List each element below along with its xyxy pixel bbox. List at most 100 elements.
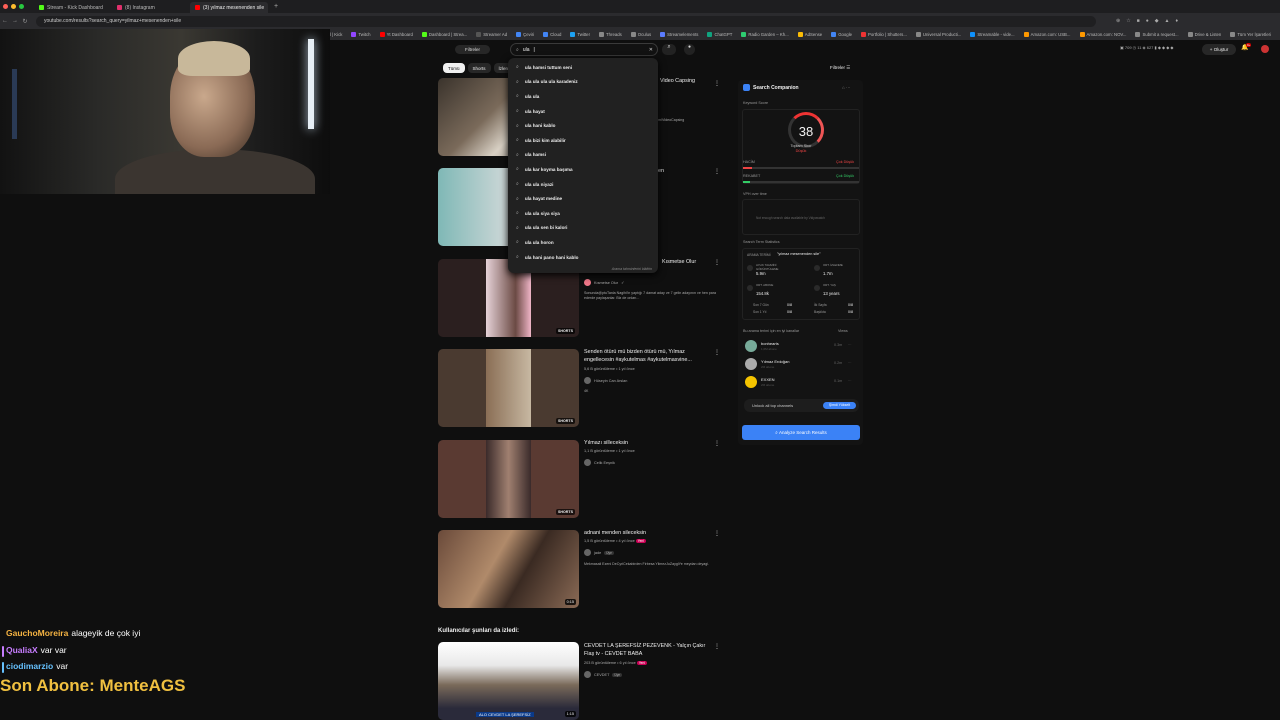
bookmark-item[interactable]: Amazon.com: USB... xyxy=(1023,32,1071,37)
bookmark-item[interactable]: Yt Dashboard xyxy=(379,32,413,37)
search-suggestion-item[interactable]: ⌕ ula ula niyazi xyxy=(508,177,658,192)
channel-link[interactable]: jade Üye xyxy=(584,549,614,556)
video-meta-text: 203 B görüntüleme • 6 yıl önce xyxy=(584,661,636,665)
bookmark-item[interactable]: Twitter xyxy=(570,32,590,37)
bookmark-item[interactable]: Threads xyxy=(599,32,622,37)
bookmark-item[interactable]: Twitch xyxy=(351,32,371,37)
bookmark-item[interactable]: Amazon.com: NOV... xyxy=(1079,32,1126,37)
search-suggestion-item[interactable]: ⌕ ula kar koyma başıma xyxy=(508,162,658,177)
streamer-hair xyxy=(178,41,250,76)
bookmark-favicon-icon xyxy=(1230,32,1236,37)
extension-icons[interactable]: ⊕☆■●◆▲♦ xyxy=(1116,18,1184,24)
bookmark-item[interactable]: Streamelements xyxy=(660,32,698,37)
filters-chip[interactable]: Filtreler xyxy=(455,45,490,54)
create-button[interactable]: + Oluştur xyxy=(1202,44,1236,55)
search-suggestion-item[interactable]: ⌕ ula hani pano hani kablo xyxy=(508,250,658,265)
bookmark-label: Amazon.com: USB... xyxy=(1030,32,1071,37)
browser-tab-instagram[interactable]: (8) Instagram xyxy=(112,2,190,13)
bookmark-item[interactable]: Universal Producti... xyxy=(915,32,961,37)
analyze-search-results-button[interactable]: ⌕ Analyze Search Results xyxy=(742,425,860,440)
channel-name[interactable]: EXXEN xyxy=(761,377,775,382)
reload-icon[interactable]: ↻ xyxy=(20,18,30,25)
bookmark-item[interactable]: Cloud xyxy=(543,32,561,37)
video-title[interactable]: Senden ötürü mü bizden ötürü mü, Yılmaz … xyxy=(584,349,709,364)
search-suggestion-item[interactable]: ⌕ ula hamsi xyxy=(508,148,658,163)
channel-link[interactable]: CEVDET Üye xyxy=(584,671,623,678)
bookmark-item[interactable]: Streamer Ad xyxy=(476,32,507,37)
channel-link[interactable]: Celik Eeşnik xyxy=(584,459,615,466)
browser-tab-youtube[interactable]: (3) yılmaz mesenenden sile xyxy=(190,2,268,13)
bookmark-item[interactable]: Oculus xyxy=(630,32,651,37)
bookmark-item[interactable]: Radio Garden – Kh... xyxy=(741,32,789,37)
companion-menu-icon[interactable]: ⌂ ⋯ xyxy=(842,85,850,91)
video-title[interactable]: Yılmazı silleceksin xyxy=(584,440,709,448)
bookmark-item[interactable]: Tüm Yer İşaretleri xyxy=(1230,32,1271,37)
chat-text: alageyik de çok iyi xyxy=(71,628,141,638)
search-suggestion-item[interactable]: ⌕ ula ula xyxy=(508,89,658,104)
chip-shorts[interactable]: Shorts xyxy=(467,63,491,73)
search-suggestion-item[interactable]: ⌕ ula hayat xyxy=(508,104,658,119)
bookmark-item[interactable]: Çeviri xyxy=(516,32,534,37)
chip-all[interactable]: Tümü xyxy=(443,63,465,73)
back-icon[interactable]: ← xyxy=(0,18,10,24)
new-tab-button[interactable]: + xyxy=(274,3,278,10)
bookmark-favicon-icon xyxy=(1023,32,1029,37)
video-thumbnail[interactable]: 0:15 xyxy=(438,530,579,608)
channel-more-icon[interactable]: ⋯ xyxy=(848,379,852,383)
close-window-icon[interactable] xyxy=(3,4,8,9)
more-options-icon[interactable]: ⋮ xyxy=(714,259,720,266)
voice-search-button[interactable]: ● xyxy=(684,44,695,55)
search-suggestion-item[interactable]: ⌕ ula ula sen bi kalori xyxy=(508,221,658,236)
channel-name[interactable]: bonhearts xyxy=(761,341,779,346)
bookmark-item[interactable]: Submit a request... xyxy=(1135,32,1179,37)
bookmark-item[interactable]: ChatGPT xyxy=(707,32,732,37)
filters-button[interactable]: Filtreler ☰ xyxy=(830,65,850,71)
chat-username: GauchoMoreira xyxy=(6,628,69,638)
browser-tab-kick[interactable]: Stream - Kick Dashboard xyxy=(34,2,112,13)
bookmark-item[interactable]: Drive & Listen xyxy=(1187,32,1221,37)
bookmark-item[interactable]: Google xyxy=(831,32,852,37)
bookmark-item[interactable]: Dashboard | Strea... xyxy=(421,32,467,37)
channel-more-icon[interactable]: ⋯ xyxy=(848,343,852,347)
more-options-icon[interactable]: ⋮ xyxy=(714,530,720,537)
channel-views: 0.2m xyxy=(834,361,843,365)
search-suggestion-item[interactable]: ⌕ ula hamsi tuttum seni xyxy=(508,60,658,75)
more-options-icon[interactable]: ⋮ xyxy=(714,643,720,650)
channel-link[interactable]: Kısmetse Olur ✓ xyxy=(584,279,624,286)
video-thumbnail[interactable]: SHORTS xyxy=(438,440,579,518)
more-options-icon[interactable]: ⋮ xyxy=(714,80,720,87)
video-thumbnail[interactable]: SHORTS xyxy=(438,349,579,427)
search-suggestion-item[interactable]: ⌕ ula hani kablo xyxy=(508,118,658,133)
more-options-icon[interactable]: ⋮ xyxy=(714,168,720,175)
mini-stat-value: 0/8 xyxy=(787,310,792,314)
search-suggestion-item[interactable]: ⌕ ula bizi kim alabilir xyxy=(508,133,658,148)
avatar[interactable] xyxy=(1261,45,1269,53)
channel-name: Celik Eeşnik xyxy=(594,460,615,465)
video-thumbnail[interactable]: ALO CEVDET LA ŞEREFSİZ 1:15 xyxy=(438,642,579,720)
url-field[interactable]: youtube.com/results?search_query=yilmaz+… xyxy=(36,15,1096,27)
channel-name[interactable]: Yılmaz Erdoğan xyxy=(761,359,789,364)
upgrade-button[interactable]: Şimdi Yükselt xyxy=(823,402,856,409)
forward-icon[interactable]: → xyxy=(10,18,20,24)
more-options-icon[interactable]: ⋮ xyxy=(714,349,720,356)
bookmark-item[interactable]: Streamable - vide... xyxy=(970,32,1015,37)
bookmark-item[interactable]: AdSense xyxy=(797,32,822,37)
tab-label: (8) Instagram xyxy=(125,4,155,11)
more-options-icon[interactable]: ⋮ xyxy=(714,440,720,447)
channel-more-icon[interactable]: ⋯ xyxy=(848,361,852,365)
search-suggestion-item[interactable]: ⌕ ula hayat medine xyxy=(508,191,658,206)
report-predictions-link[interactable]: Arama tahminlerini bildirin xyxy=(612,267,652,271)
search-suggestion-item[interactable]: ⌕ ula ula ula ula karadeniz xyxy=(508,75,658,90)
search-button[interactable]: ⌕ xyxy=(662,44,676,55)
search-suggestion-item[interactable]: ⌕ ula ula siya siya xyxy=(508,206,658,221)
search-suggestion-item[interactable]: ⌕ ula ula horon xyxy=(508,235,658,250)
video-title[interactable]: adnani menden sileceksin xyxy=(584,530,709,538)
bookmark-favicon-icon xyxy=(516,32,522,37)
channel-link[interactable]: Hüseyin Can Arslan xyxy=(584,377,627,384)
minimize-window-icon[interactable] xyxy=(11,4,16,9)
video-title[interactable]: CEVDET LA ŞEREFSİZ PEZEVENK - Yalçın Çak… xyxy=(584,643,709,658)
bookmark-item[interactable]: Portfolio | Shutters... xyxy=(861,32,907,37)
search-input[interactable]: ⌕ ula | ✕ xyxy=(510,43,658,56)
clear-search-icon[interactable]: ✕ xyxy=(649,47,653,53)
maximize-window-icon[interactable] xyxy=(19,4,24,9)
